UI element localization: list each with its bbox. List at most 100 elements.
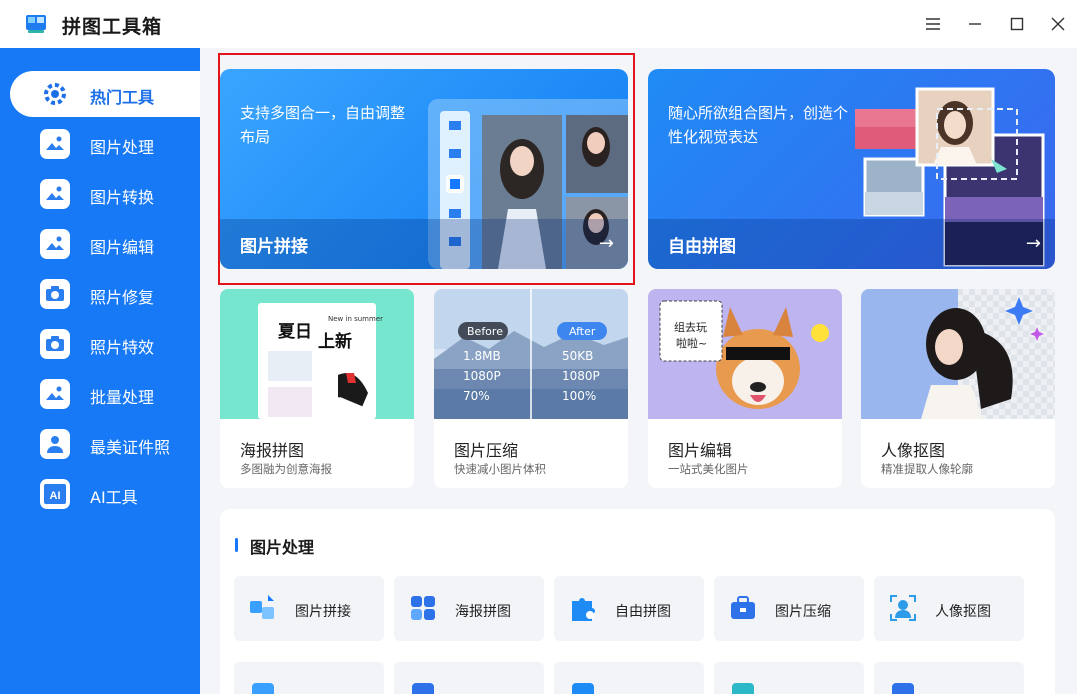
bubble-text: 组去玩 (674, 321, 707, 334)
card-image-edit[interactable]: 组去玩 啦啦~ 图片编辑 一站式美化图片 (648, 289, 842, 488)
svg-text:AI: AI (50, 490, 61, 502)
sidebar-item-label: 图片编辑 (90, 238, 155, 257)
before-value: 1.8MB (463, 349, 501, 363)
portrait-cutout-image (861, 289, 1055, 419)
tool-item[interactable] (234, 662, 384, 694)
poster-headline: 夏日 (278, 322, 312, 342)
hero-title: 图片拼接 (240, 237, 308, 257)
arrow-right-icon[interactable]: → (1026, 233, 1041, 254)
sidebar-item-image-process[interactable]: 图片处理 (10, 121, 200, 167)
ai-icon: AI (40, 479, 70, 509)
title-bar: 拼图工具箱 (0, 0, 1077, 48)
tool-icon (892, 683, 914, 694)
compress-box-icon (731, 596, 755, 619)
tool-image-compress[interactable]: 图片压缩 (714, 576, 864, 641)
card-image-compress[interactable]: Before After 1.8MB 1080P 70% 50KB 1080P … (434, 289, 628, 488)
bubble-text-2: 啦啦~ (676, 337, 708, 350)
hero-card-free-puzzle[interactable]: 随心所欲组合图片，创造个性化视觉表达 自由拼图 → (648, 69, 1055, 269)
sidebar-item-id-photo[interactable]: 最美证件照 (10, 421, 200, 467)
section-image-process: 图片处理 图片拼接 海报拼图 自由拼图 图片压缩 人像抠图 (220, 509, 1055, 694)
tool-label: 自由拼图 (615, 604, 671, 620)
tool-item[interactable] (394, 662, 544, 694)
tool-item[interactable] (874, 662, 1024, 694)
hero-card-image-join[interactable]: 支持多图合一，自由调整布局 图片拼接 → (220, 69, 628, 269)
sidebar-item-image-convert[interactable]: 图片转换 (10, 171, 200, 217)
maximize-icon[interactable] (1007, 14, 1027, 34)
poster-grid-icon (411, 596, 435, 620)
poster-headline-2: 上新 (318, 332, 352, 352)
arrow-right-icon[interactable]: → (599, 233, 614, 254)
sidebar-item-photo-repair[interactable]: 照片修复 (10, 271, 200, 317)
menu-icon[interactable] (923, 14, 943, 34)
tool-label: 海报拼图 (455, 604, 511, 620)
section-title: 图片处理 (250, 538, 315, 557)
image-edit-icon (40, 229, 70, 259)
sidebar: 热门工具 图片处理 图片转换 图片编辑 照片修复 照片特效 批量处理 最美证件照… (0, 48, 200, 694)
after-value: 50KB (562, 349, 594, 363)
tool-label: 图片压缩 (775, 604, 831, 620)
card-portrait-cutout[interactable]: 人像抠图 精准提取人像轮廓 (861, 289, 1055, 488)
app-title: 拼图工具箱 (62, 16, 163, 38)
hero-footer: 图片拼接 → (220, 219, 628, 269)
after-value: 100% (562, 389, 597, 403)
free-puzzle-icon (572, 598, 595, 621)
sidebar-item-label: 图片转换 (90, 188, 155, 207)
after-label: After (569, 325, 596, 338)
sidebar-item-batch[interactable]: 批量处理 (10, 371, 200, 417)
card-title: 人像抠图 (881, 441, 946, 460)
batch-icon (40, 379, 70, 409)
hero-description: 随心所欲组合图片，创造个性化视觉表达 (668, 104, 849, 146)
poster-small-text: New in summer (328, 315, 384, 323)
hero-title: 自由拼图 (668, 237, 736, 257)
card-subtitle: 一站式美化图片 (668, 462, 749, 476)
sidebar-item-label: 照片特效 (90, 338, 155, 357)
tool-item[interactable] (714, 662, 864, 694)
card-title: 图片压缩 (454, 441, 519, 460)
minimize-icon[interactable] (965, 14, 985, 34)
before-value: 70% (463, 389, 490, 403)
sidebar-item-label: 批量处理 (90, 388, 155, 407)
card-title: 图片编辑 (668, 441, 733, 460)
card-subtitle: 快速减小图片体积 (454, 462, 546, 476)
image-process-icon (40, 129, 70, 159)
tool-icon (732, 683, 754, 694)
tool-item[interactable] (554, 662, 704, 694)
card-subtitle: 多图融为创意海报 (240, 462, 332, 476)
tool-poster-collage[interactable]: 海报拼图 (394, 576, 544, 641)
tool-icon (252, 683, 274, 694)
section-accent-bar (235, 538, 238, 552)
tool-icon (572, 683, 594, 694)
sidebar-item-label: 照片修复 (90, 288, 155, 307)
tool-label: 图片拼接 (295, 604, 351, 620)
camera-repair-icon (40, 279, 70, 309)
sidebar-item-ai-tools[interactable]: AI AI工具 (10, 471, 200, 517)
card-subtitle: 精准提取人像轮廓 (881, 462, 973, 476)
image-edit-image (648, 289, 842, 419)
card-poster-collage[interactable]: 夏日 上新 New in summer 海报拼图 多图融为创意海报 (220, 289, 414, 488)
portrait-cutout-icon (890, 595, 916, 621)
sidebar-item-label: 最美证件照 (90, 438, 171, 457)
image-convert-icon (40, 179, 70, 209)
sidebar-item-label: AI工具 (90, 488, 138, 507)
puzzle-join-icon (250, 595, 274, 619)
main-content: 支持多图合一，自由调整布局 图片拼接 → 随心所欲组合图片，创造个性化视觉表达 … (200, 48, 1077, 694)
card-title: 海报拼图 (240, 441, 305, 460)
close-icon[interactable] (1048, 14, 1068, 34)
tool-icon (412, 683, 434, 694)
hero-description: 支持多图合一，自由调整布局 (240, 104, 406, 146)
poster-collage-image (220, 289, 414, 419)
tool-image-join[interactable]: 图片拼接 (234, 576, 384, 641)
id-photo-icon (40, 429, 70, 459)
sidebar-item-hot-tools[interactable]: 热门工具 (10, 71, 200, 117)
tool-free-puzzle[interactable]: 自由拼图 (554, 576, 704, 641)
after-value: 1080P (562, 369, 600, 383)
sidebar-item-image-edit[interactable]: 图片编辑 (10, 221, 200, 267)
tool-label: 人像抠图 (935, 604, 991, 620)
gear-icon (40, 79, 70, 109)
app-logo-icon (25, 13, 47, 35)
sidebar-item-label: 图片处理 (90, 138, 155, 157)
camera-effect-icon (40, 329, 70, 359)
tool-portrait-cutout[interactable]: 人像抠图 (874, 576, 1024, 641)
before-label: Before (467, 325, 503, 338)
sidebar-item-photo-effect[interactable]: 照片特效 (10, 321, 200, 367)
